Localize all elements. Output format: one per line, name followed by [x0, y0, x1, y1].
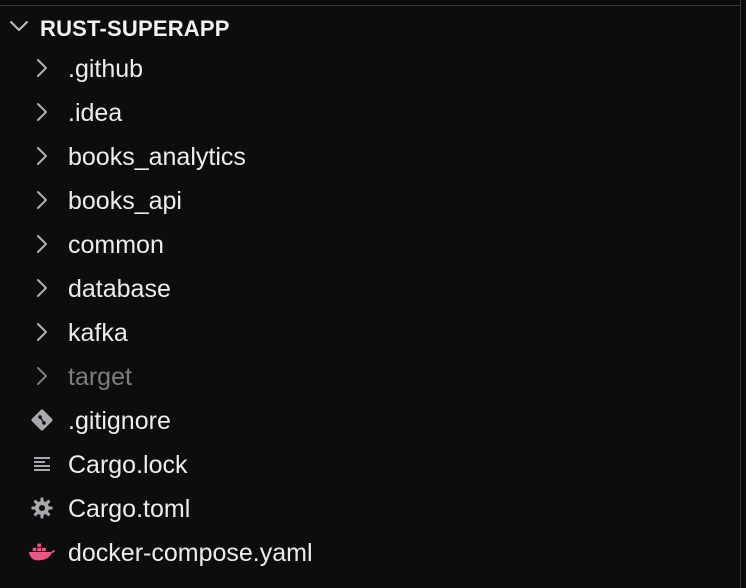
- tree-item-gitignore[interactable]: .gitignore: [0, 398, 740, 442]
- chevron-right-icon[interactable]: [28, 232, 56, 256]
- chevron-right-icon[interactable]: [28, 276, 56, 300]
- docker-icon: [28, 540, 56, 564]
- tree-item-label: .idea: [68, 99, 123, 127]
- tree-item-label: target: [68, 363, 132, 391]
- gear-icon: [28, 496, 56, 520]
- chevron-right-icon[interactable]: [28, 320, 56, 344]
- chevron-right-icon[interactable]: [28, 100, 56, 124]
- lines-icon: [28, 452, 56, 476]
- chevron-right-icon[interactable]: [28, 56, 56, 80]
- explorer-root-folder[interactable]: RUST-SUPERAPP: [0, 6, 740, 46]
- tree-item-common[interactable]: common: [0, 222, 740, 266]
- file-explorer: RUST-SUPERAPP .github .idea books_analyt…: [0, 6, 740, 574]
- chevron-right-icon[interactable]: [28, 364, 56, 388]
- explorer-root-label: RUST-SUPERAPP: [40, 16, 230, 41]
- tree-item-cargo-toml[interactable]: Cargo.toml: [0, 486, 740, 530]
- chevron-right-icon[interactable]: [28, 144, 56, 168]
- tree-item-books-api[interactable]: books_api: [0, 178, 740, 222]
- tree-item-docker-compose[interactable]: docker-compose.yaml: [0, 530, 740, 574]
- git-icon: [28, 408, 56, 432]
- tree-item-label: books_analytics: [68, 143, 246, 171]
- tree-item-label: database: [68, 275, 171, 303]
- tree-item-kafka[interactable]: kafka: [0, 310, 740, 354]
- tree-item-books-analytics[interactable]: books_analytics: [0, 134, 740, 178]
- tree-item-cargo-lock[interactable]: Cargo.lock: [0, 442, 740, 486]
- chevron-down-icon[interactable]: [8, 17, 30, 35]
- tree-item-label: common: [68, 231, 164, 259]
- tree-item-database[interactable]: database: [0, 266, 740, 310]
- panel-right-border: [740, 0, 746, 588]
- tree-item-label: .github: [68, 55, 144, 83]
- tree-item-target[interactable]: target: [0, 354, 740, 398]
- tree-item-github[interactable]: .github: [0, 46, 740, 90]
- tree-item-label: .gitignore: [68, 407, 171, 435]
- tree-item-label: Cargo.toml: [68, 495, 191, 523]
- tree-item-label: books_api: [68, 187, 182, 215]
- tree-item-label: kafka: [68, 319, 128, 347]
- tree-item-idea[interactable]: .idea: [0, 90, 740, 134]
- tree-item-label: Cargo.lock: [68, 451, 188, 479]
- tree-item-label: docker-compose.yaml: [68, 539, 313, 567]
- chevron-right-icon[interactable]: [28, 188, 56, 212]
